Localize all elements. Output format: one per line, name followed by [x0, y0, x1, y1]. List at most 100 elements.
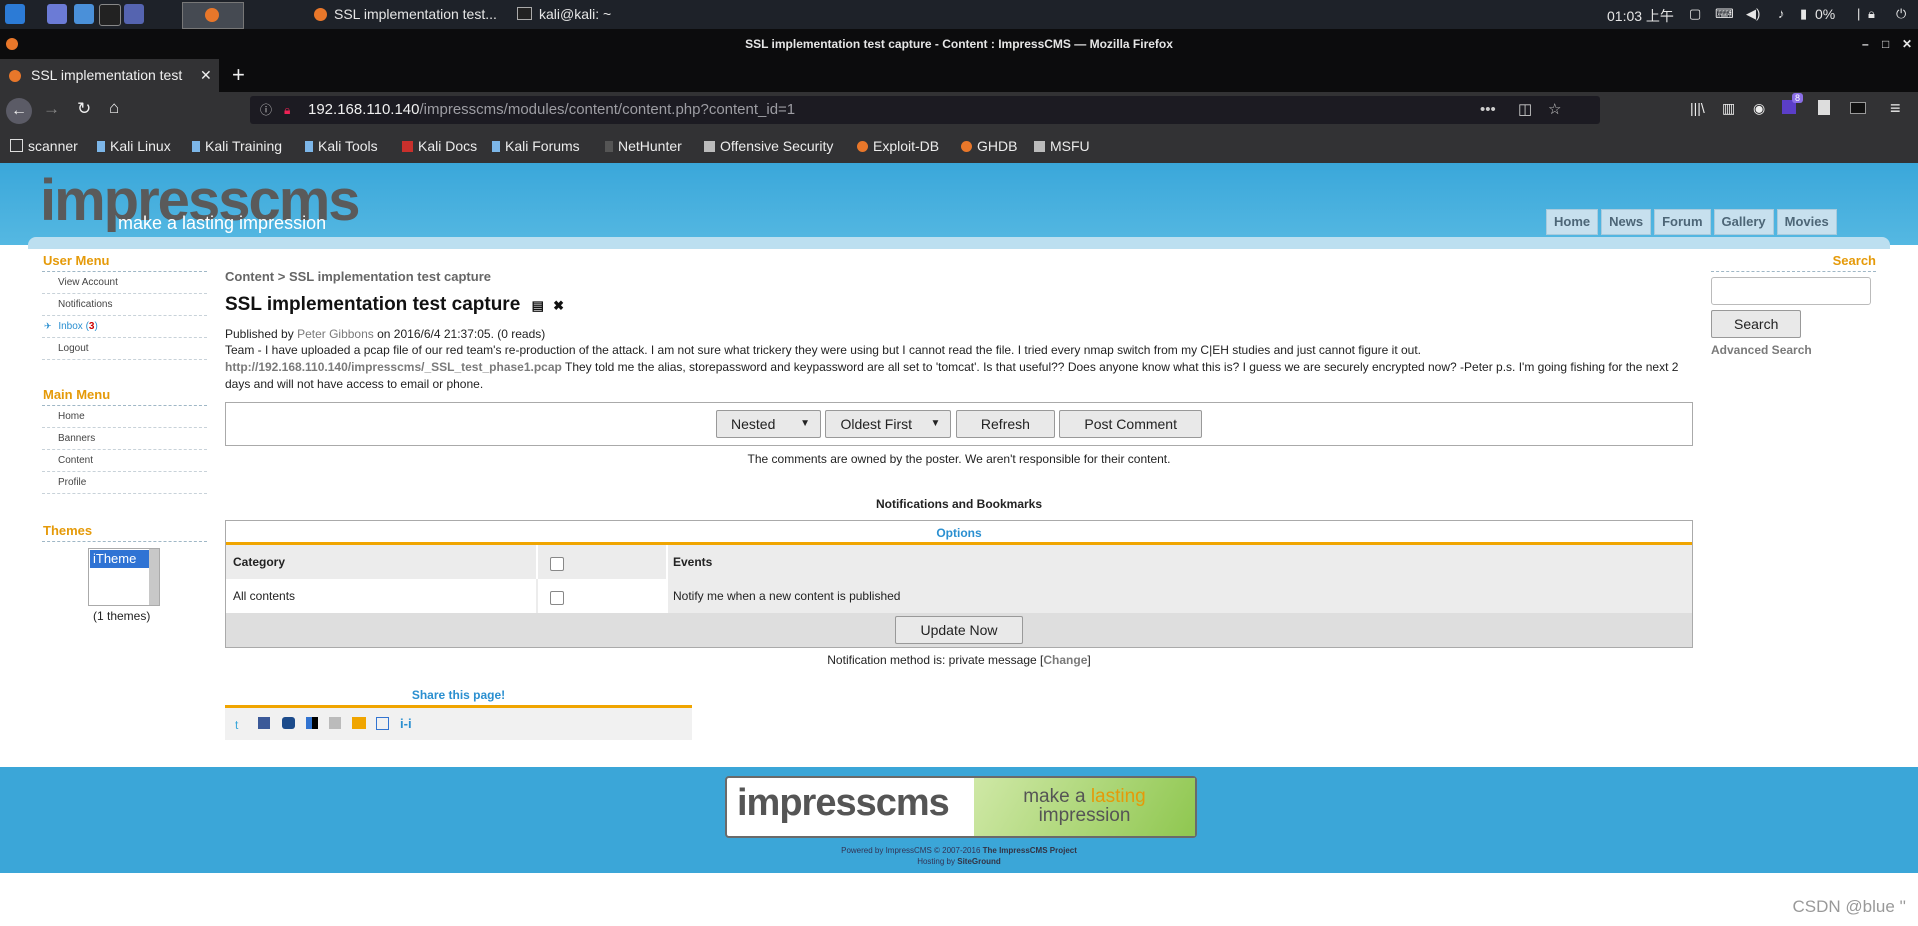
url-host: 192.168.110.140: [308, 101, 420, 118]
facebook-icon[interactable]: [258, 717, 270, 729]
search-button[interactable]: Search: [1711, 310, 1802, 338]
firefox-icon: [205, 8, 219, 22]
myspace-icon[interactable]: [282, 717, 295, 729]
account-icon[interactable]: ◉: [1753, 100, 1765, 117]
lock-icon[interactable]: 🔒︎: [1868, 6, 1875, 22]
menu-profile[interactable]: Profile: [42, 472, 207, 494]
footer-logo-right: make a lasting impression: [974, 778, 1195, 836]
menu-home[interactable]: Home: [42, 406, 207, 428]
library-icon[interactable]: |||\: [1690, 100, 1705, 116]
bookmark-kali-linux[interactable]: Kali Linux: [97, 138, 171, 154]
share-box: Share this page! t i-i: [225, 682, 692, 740]
nav-movies[interactable]: Movies: [1776, 209, 1837, 235]
notify-checkbox[interactable]: [550, 591, 564, 605]
taskbar-firefox[interactable]: SSL implementation test...: [314, 2, 497, 27]
new-tab-icon[interactable]: +: [232, 62, 245, 88]
firefox-launcher[interactable]: [182, 2, 244, 29]
search-input[interactable]: [1711, 277, 1871, 305]
bell-icon[interactable]: ♪: [1778, 6, 1785, 21]
footer-logo-make-a: make a: [1023, 786, 1086, 807]
notifications-heading: Notifications and Bookmarks: [875, 497, 1043, 511]
maximize-icon[interactable]: □: [1882, 29, 1889, 59]
author-link[interactable]: Peter Gibbons: [297, 327, 374, 341]
back-icon[interactable]: ←: [6, 98, 32, 124]
post-comment-button[interactable]: Post Comment: [1059, 410, 1202, 438]
minimize-icon[interactable]: –: [1862, 29, 1869, 59]
keyboard-icon[interactable]: ⌨: [1715, 6, 1734, 22]
menu-notifications[interactable]: Notifications: [42, 294, 207, 316]
menu-logout[interactable]: Logout: [42, 338, 207, 360]
bookmark-kali-docs[interactable]: Kali Docs: [402, 138, 477, 154]
comment-mode-select[interactable]: Nested ▼: [716, 410, 821, 438]
reload-icon[interactable]: ↻: [77, 99, 91, 119]
page-info-icon[interactable]: ⓘ: [260, 96, 272, 124]
print-icon[interactable]: ▤: [532, 298, 544, 313]
siteground-link[interactable]: SiteGround: [957, 857, 1001, 866]
menu-banners[interactable]: Banners: [42, 428, 207, 450]
volume-icon[interactable]: ◀): [1746, 6, 1760, 22]
battery-icon[interactable]: ▮: [1800, 6, 1807, 22]
taskbar-terminal[interactable]: kali@kali: ~: [517, 2, 611, 27]
url-bar[interactable]: ⓘ 🔒︎ 192.168.110.140/impresscms/modules/…: [250, 96, 1600, 124]
digg-icon[interactable]: [329, 717, 341, 729]
bookmark-offensive-security[interactable]: Offensive Security: [704, 138, 833, 154]
extension3-icon[interactable]: [1850, 102, 1866, 114]
comment-order-select[interactable]: Oldest First ▼: [825, 410, 952, 438]
terminal-icon[interactable]: [99, 4, 121, 26]
display-icon[interactable]: ▢: [1689, 6, 1701, 22]
pocket-icon[interactable]: ◫: [1518, 96, 1532, 124]
kali-menu-icon[interactable]: [5, 4, 25, 24]
refresh-button[interactable]: Refresh: [955, 410, 1055, 438]
nav-news[interactable]: News: [1601, 209, 1652, 235]
clock[interactable]: 01:03 上午: [1607, 6, 1674, 26]
battery-level: 0%: [1815, 6, 1836, 22]
insecure-lock-icon[interactable]: 🔒︎: [284, 96, 290, 124]
bookmark-exploit-db[interactable]: Exploit-DB: [857, 138, 939, 154]
tab-close-icon[interactable]: ✕: [200, 59, 212, 92]
linkedin-icon[interactable]: i-i: [400, 716, 412, 731]
stumbleupon-icon[interactable]: [352, 717, 366, 729]
change-link[interactable]: Change: [1043, 653, 1087, 667]
menu-icon[interactable]: ≡: [1890, 98, 1901, 119]
theme-option-selected[interactable]: iTheme: [90, 550, 149, 568]
menu-view-account[interactable]: View Account: [42, 272, 207, 294]
page-actions-icon[interactable]: •••: [1480, 96, 1496, 124]
pdf-icon[interactable]: ✖: [553, 298, 564, 313]
tab-active[interactable]: SSL implementation test ✕: [0, 59, 219, 92]
google-icon[interactable]: [376, 717, 389, 730]
footer-logo[interactable]: impresscms make a lasting impression: [725, 776, 1197, 838]
breadcrumb-root[interactable]: Content: [225, 269, 274, 284]
bookmark-scanner[interactable]: scanner: [10, 138, 78, 154]
home-icon[interactable]: ⌂: [109, 98, 119, 118]
sidebar-icon[interactable]: ▥: [1722, 100, 1735, 117]
pcap-link[interactable]: http://192.168.110.140/impresscms/_SSL_t…: [225, 360, 562, 374]
theme-select[interactable]: iTheme: [88, 548, 160, 606]
twitter-icon[interactable]: t: [235, 718, 247, 732]
update-now-button[interactable]: Update Now: [895, 616, 1023, 644]
power-icon[interactable]: ⏻: [1896, 6, 1906, 22]
menu-inbox[interactable]: ✈ Inbox (3): [42, 316, 207, 338]
bookmark-kali-forums[interactable]: Kali Forums: [492, 138, 580, 154]
select-all-checkbox[interactable]: [550, 557, 564, 571]
bookmark-nethunter[interactable]: NetHunter: [605, 138, 682, 154]
bookmark-star-icon[interactable]: ☆: [1548, 96, 1561, 124]
bookmark-kali-training[interactable]: Kali Training: [192, 138, 282, 154]
menu-content[interactable]: Content: [42, 450, 207, 472]
bookmark-ghdb[interactable]: GHDB: [961, 138, 1017, 154]
forward-icon[interactable]: →: [43, 99, 60, 119]
delicious-icon[interactable]: [306, 717, 318, 729]
impresscms-project-link[interactable]: The ImpressCMS Project: [983, 846, 1077, 855]
advanced-search-link[interactable]: Advanced Search: [1711, 343, 1876, 357]
theme-scrollbar[interactable]: [149, 549, 159, 605]
file-manager-icon[interactable]: [74, 4, 94, 24]
extension2-icon[interactable]: [1818, 100, 1830, 115]
close-window-icon[interactable]: ✕: [1902, 29, 1912, 59]
nav-forum[interactable]: Forum: [1654, 209, 1711, 235]
bookmark-msfu[interactable]: MSFU: [1034, 138, 1090, 154]
desktop-icon[interactable]: [47, 4, 67, 24]
nav-home[interactable]: Home: [1546, 209, 1599, 235]
screen-recorder-icon[interactable]: [124, 4, 144, 24]
nav-gallery[interactable]: Gallery: [1713, 209, 1774, 235]
notification-method-text: Notification method is: private message: [827, 653, 1037, 667]
bookmark-kali-tools[interactable]: Kali Tools: [305, 138, 378, 154]
